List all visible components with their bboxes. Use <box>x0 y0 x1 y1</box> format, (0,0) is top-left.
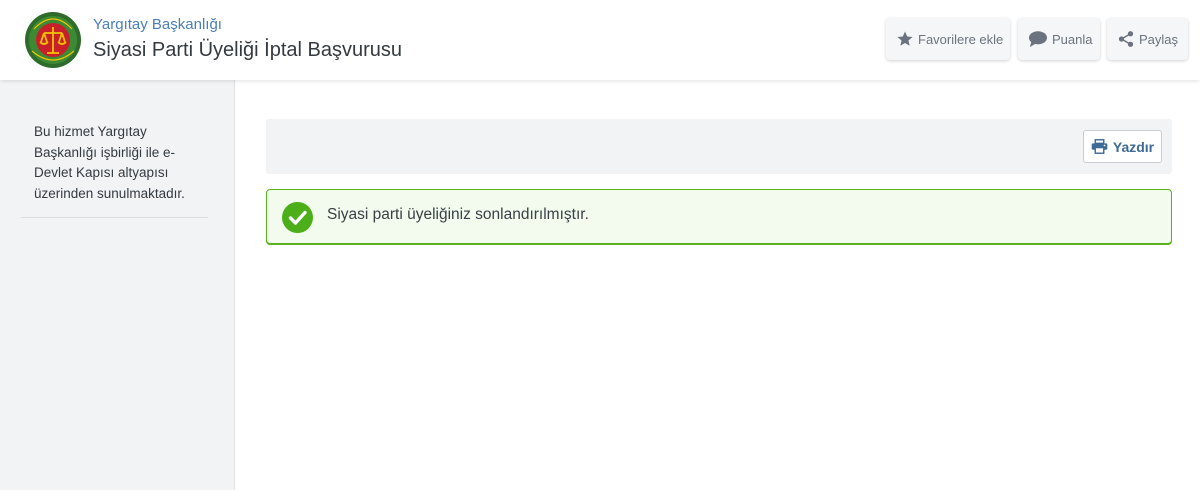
share-icon <box>1118 31 1134 47</box>
sidebar-divider <box>21 217 208 218</box>
print-label: Yazdır <box>1112 138 1155 155</box>
rate-button[interactable]: Puanla <box>1018 18 1100 60</box>
star-icon <box>897 31 913 46</box>
content-toolbar: Yazdır <box>266 119 1172 174</box>
check-circle-icon <box>282 202 313 233</box>
add-to-favorites-label: Favorilere ekle <box>918 31 1004 47</box>
add-to-favorites-button[interactable]: Favorilere ekle <box>886 18 1010 60</box>
yargitay-seal-icon[interactable] <box>24 11 82 69</box>
page-header: Yargıtay Başkanlığı Siyasi Parti Üyeliği… <box>0 0 1200 80</box>
org-name-link[interactable]: Yargıtay Başkanlığı <box>93 16 222 33</box>
share-button[interactable]: Paylaş <box>1107 18 1188 60</box>
page-title: Siyasi Parti Üyeliği İptal Başvurusu <box>93 39 403 61</box>
share-label: Paylaş <box>1139 31 1179 47</box>
printer-icon <box>1091 139 1108 154</box>
rate-label: Puanla <box>1052 31 1093 47</box>
success-alert: Siyasi parti üyeliğiniz sonlandırılmıştı… <box>266 189 1172 244</box>
speech-bubble-icon <box>1029 31 1047 48</box>
alert-message: Siyasi parti üyeliğiniz sonlandırılmıştı… <box>327 206 589 223</box>
sidebar: Bu hizmet Yargıtay Başkanlığı işbirliği … <box>0 80 235 490</box>
print-button[interactable]: Yazdır <box>1083 130 1162 163</box>
service-provider-note: Bu hizmet Yargıtay Başkanlığı işbirliği … <box>34 124 185 201</box>
